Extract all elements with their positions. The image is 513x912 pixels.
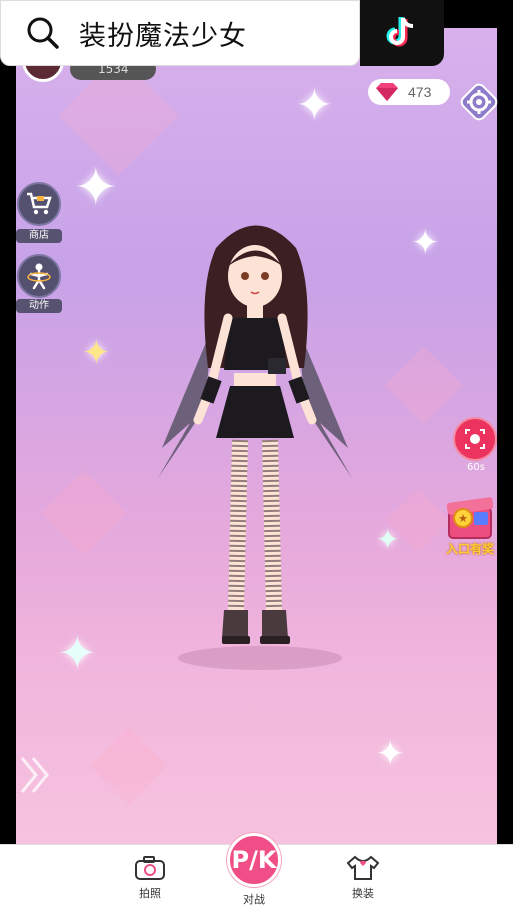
settings-button[interactable] — [458, 81, 500, 123]
nav-photo[interactable]: 拍照 — [132, 855, 168, 901]
nav-outfit[interactable]: 换装 — [345, 853, 381, 901]
search-query: 装扮魔法少女 — [79, 20, 247, 52]
cart-icon — [27, 192, 52, 215]
bottom-nav: 拍照 P/K 对战 换装 — [0, 833, 513, 912]
shop-button[interactable] — [17, 182, 61, 226]
sparkle-icon: ✦ — [411, 223, 440, 263]
record-icon — [465, 429, 485, 449]
bg-diamond — [89, 726, 168, 805]
camera-icon — [135, 856, 165, 880]
shirt-icon — [346, 855, 380, 880]
nav-battle[interactable]: P/K 对战 — [225, 833, 283, 907]
sparkle-icon: ✦ — [296, 80, 333, 131]
search-bar[interactable]: 装扮魔法少女 — [0, 0, 360, 66]
dressed-character — [158, 225, 352, 670]
gem-icon — [376, 83, 398, 101]
svg-text:★: ★ — [458, 512, 468, 525]
bg-diamond — [384, 346, 463, 425]
nav-photo-label: 拍照 — [139, 887, 161, 900]
nav-battle-label: 对战 — [243, 893, 265, 906]
shop-label: 商店 — [16, 229, 62, 243]
dancer-icon — [27, 263, 51, 290]
record-timer: 60s — [467, 462, 485, 473]
bg-diamond — [41, 470, 127, 556]
tiktok-icon — [386, 17, 414, 47]
nav-outfit-label: 换装 — [352, 887, 374, 900]
search-icon — [27, 17, 59, 49]
pk-logo-icon: P/K — [227, 833, 281, 887]
sparkle-icon: ✦ — [376, 734, 405, 774]
gem-counter[interactable]: 473 — [368, 79, 450, 105]
tiktok-logo[interactable] — [360, 0, 444, 66]
sparkle-icon: ✦ — [58, 626, 97, 680]
reward-label: 入口有奖 — [445, 542, 494, 556]
record-button[interactable] — [453, 417, 497, 461]
gem-count: 473 — [408, 84, 432, 100]
sparkle-icon: ✦ — [82, 333, 111, 373]
sparkle-icon: ✦ — [74, 158, 118, 218]
expand-chevrons-icon[interactable] — [18, 754, 52, 796]
sparkle-icon: ✦ — [376, 523, 400, 556]
action-label: 动作 — [16, 299, 62, 313]
action-button[interactable] — [17, 254, 61, 298]
